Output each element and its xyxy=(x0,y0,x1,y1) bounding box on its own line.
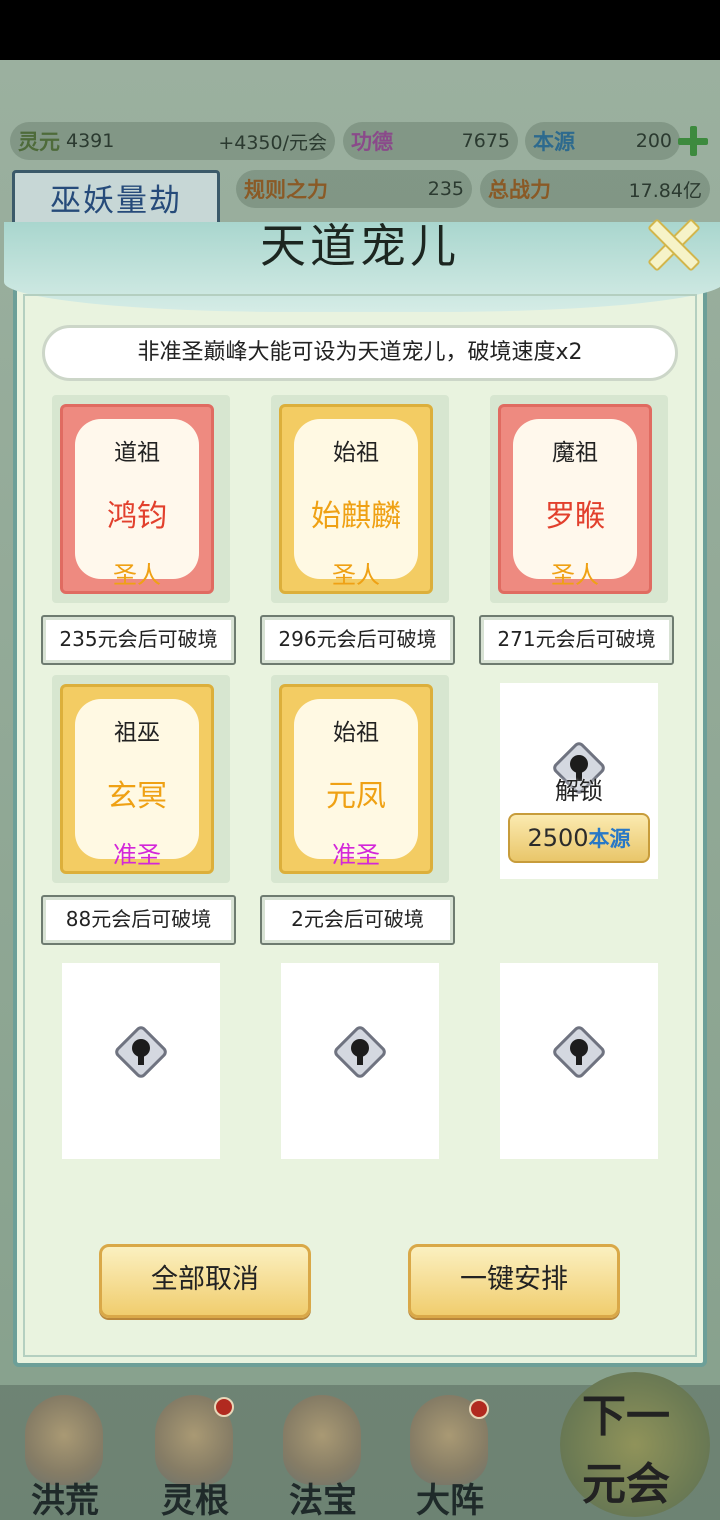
gongde-label: 功德 xyxy=(351,129,393,154)
benyuan-value: 200 xyxy=(635,130,672,152)
zhanli-value: 17.84亿 xyxy=(628,179,702,202)
card-title: 始祖 xyxy=(333,440,379,466)
unlock-cost-unit: 本源 xyxy=(588,826,631,851)
breakthrough-status: 235元会后可破境 xyxy=(41,615,236,665)
cancel-all-button[interactable]: 全部取消 xyxy=(99,1244,311,1318)
character-card-slot[interactable]: 道祖 鸿钧 圣人 xyxy=(52,395,230,603)
lock-icon xyxy=(331,1023,389,1081)
card-name: 始麒麟 xyxy=(311,499,401,534)
notification-dot xyxy=(469,1399,489,1419)
card-rank: 准圣 xyxy=(113,841,161,869)
nav-label: 灵根 xyxy=(161,1481,229,1520)
card-name: 罗睺 xyxy=(545,499,605,534)
nav-honghuang[interactable]: 洪荒 xyxy=(0,1385,120,1520)
card-name: 玄冥 xyxy=(107,779,167,814)
unlock-cost-button[interactable]: 2500本源 xyxy=(508,813,650,863)
system-status-bar xyxy=(0,0,720,60)
character-card[interactable]: 始祖 元凤 准圣 xyxy=(279,684,433,874)
next-era-line2: 元会 xyxy=(582,1459,670,1510)
nav-fabao[interactable]: 法宝 xyxy=(258,1385,378,1520)
card-title: 祖巫 xyxy=(114,720,160,746)
locked-slot[interactable] xyxy=(500,963,658,1159)
card-rank: 圣人 xyxy=(551,561,599,589)
locked-slot[interactable] xyxy=(281,963,439,1159)
card-rank: 圣人 xyxy=(332,561,380,589)
breakthrough-status: 88元会后可破境 xyxy=(41,895,236,945)
zhanli-resource: 总战力 17.84亿 xyxy=(480,170,710,208)
lingyuan-rate: +4350/元会 xyxy=(218,131,327,154)
unlock-label: 解锁 xyxy=(555,777,603,805)
nav-dazhen[interactable]: 大阵 xyxy=(385,1385,505,1520)
lingyuan-value: 4391 xyxy=(66,130,115,152)
next-era-button[interactable]: 下一 元会 xyxy=(560,1372,710,1517)
nav-label: 大阵 xyxy=(416,1481,484,1520)
card-title: 魔祖 xyxy=(552,440,598,466)
card-name: 元凤 xyxy=(326,779,386,814)
nav-label: 法宝 xyxy=(289,1481,357,1520)
nav-label: 洪荒 xyxy=(31,1481,99,1520)
auto-arrange-button[interactable]: 一键安排 xyxy=(408,1244,620,1318)
honghuang-emblem-icon xyxy=(25,1395,103,1485)
benyuan-label: 本源 xyxy=(533,129,575,154)
guize-resource: 规则之力 235 xyxy=(236,170,472,208)
gongde-value: 7675 xyxy=(461,130,510,152)
card-face: 始祖 元凤 准圣 xyxy=(294,699,418,869)
card-name: 鸿钧 xyxy=(107,499,167,534)
gongde-resource: 功德 7675 xyxy=(343,122,518,160)
lock-icon xyxy=(550,1023,608,1081)
close-icon[interactable] xyxy=(640,212,702,274)
character-card[interactable]: 魔祖 罗睺 圣人 xyxy=(498,404,652,594)
character-card[interactable]: 道祖 鸿钧 圣人 xyxy=(60,404,214,594)
lingyuan-resource: 灵元 4391 +4350/元会 xyxy=(10,122,335,160)
card-rank: 圣人 xyxy=(113,561,161,589)
card-title: 始祖 xyxy=(333,720,379,746)
card-rank: 准圣 xyxy=(332,841,380,869)
card-face: 始祖 始麒麟 圣人 xyxy=(294,419,418,589)
nav-linggen[interactable]: 灵根 xyxy=(130,1385,250,1520)
benyuan-resource: 本源 200 xyxy=(525,122,680,160)
card-face: 魔祖 罗睺 圣人 xyxy=(513,419,637,589)
breakthrough-status: 2元会后可破境 xyxy=(260,895,455,945)
unlockable-slot[interactable]: 解锁 2500本源 xyxy=(500,683,658,879)
treasure-emblem-icon xyxy=(283,1395,361,1485)
locked-slot[interactable] xyxy=(62,963,220,1159)
lingyuan-label: 灵元 xyxy=(18,129,60,154)
character-card-slot[interactable]: 始祖 始麒麟 圣人 xyxy=(271,395,449,603)
lock-icon xyxy=(112,1023,170,1081)
card-title: 道祖 xyxy=(114,440,160,466)
guize-value: 235 xyxy=(427,178,464,200)
character-card-slot[interactable]: 祖巫 玄冥 准圣 xyxy=(52,675,230,883)
character-card-slot[interactable]: 魔祖 罗睺 圣人 xyxy=(490,395,668,603)
zhanli-label: 总战力 xyxy=(488,177,551,202)
info-banner: 非准圣巅峰大能可设为天道宠儿，破境速度x2 xyxy=(42,325,678,381)
character-card[interactable]: 祖巫 玄冥 准圣 xyxy=(60,684,214,874)
dialog-title: 天道宠儿 xyxy=(260,219,460,273)
guize-label: 规则之力 xyxy=(244,177,328,202)
unlock-cost: 2500 xyxy=(527,824,589,852)
notification-dot xyxy=(214,1397,234,1417)
plus-icon[interactable] xyxy=(676,124,710,158)
next-era-line1: 下一 xyxy=(582,1391,670,1442)
character-card[interactable]: 始祖 始麒麟 圣人 xyxy=(279,404,433,594)
card-face: 祖巫 玄冥 准圣 xyxy=(75,699,199,869)
card-face: 道祖 鸿钧 圣人 xyxy=(75,419,199,589)
breakthrough-status: 271元会后可破境 xyxy=(479,615,674,665)
breakthrough-status: 296元会后可破境 xyxy=(260,615,455,665)
character-card-slot[interactable]: 始祖 元凤 准圣 xyxy=(271,675,449,883)
